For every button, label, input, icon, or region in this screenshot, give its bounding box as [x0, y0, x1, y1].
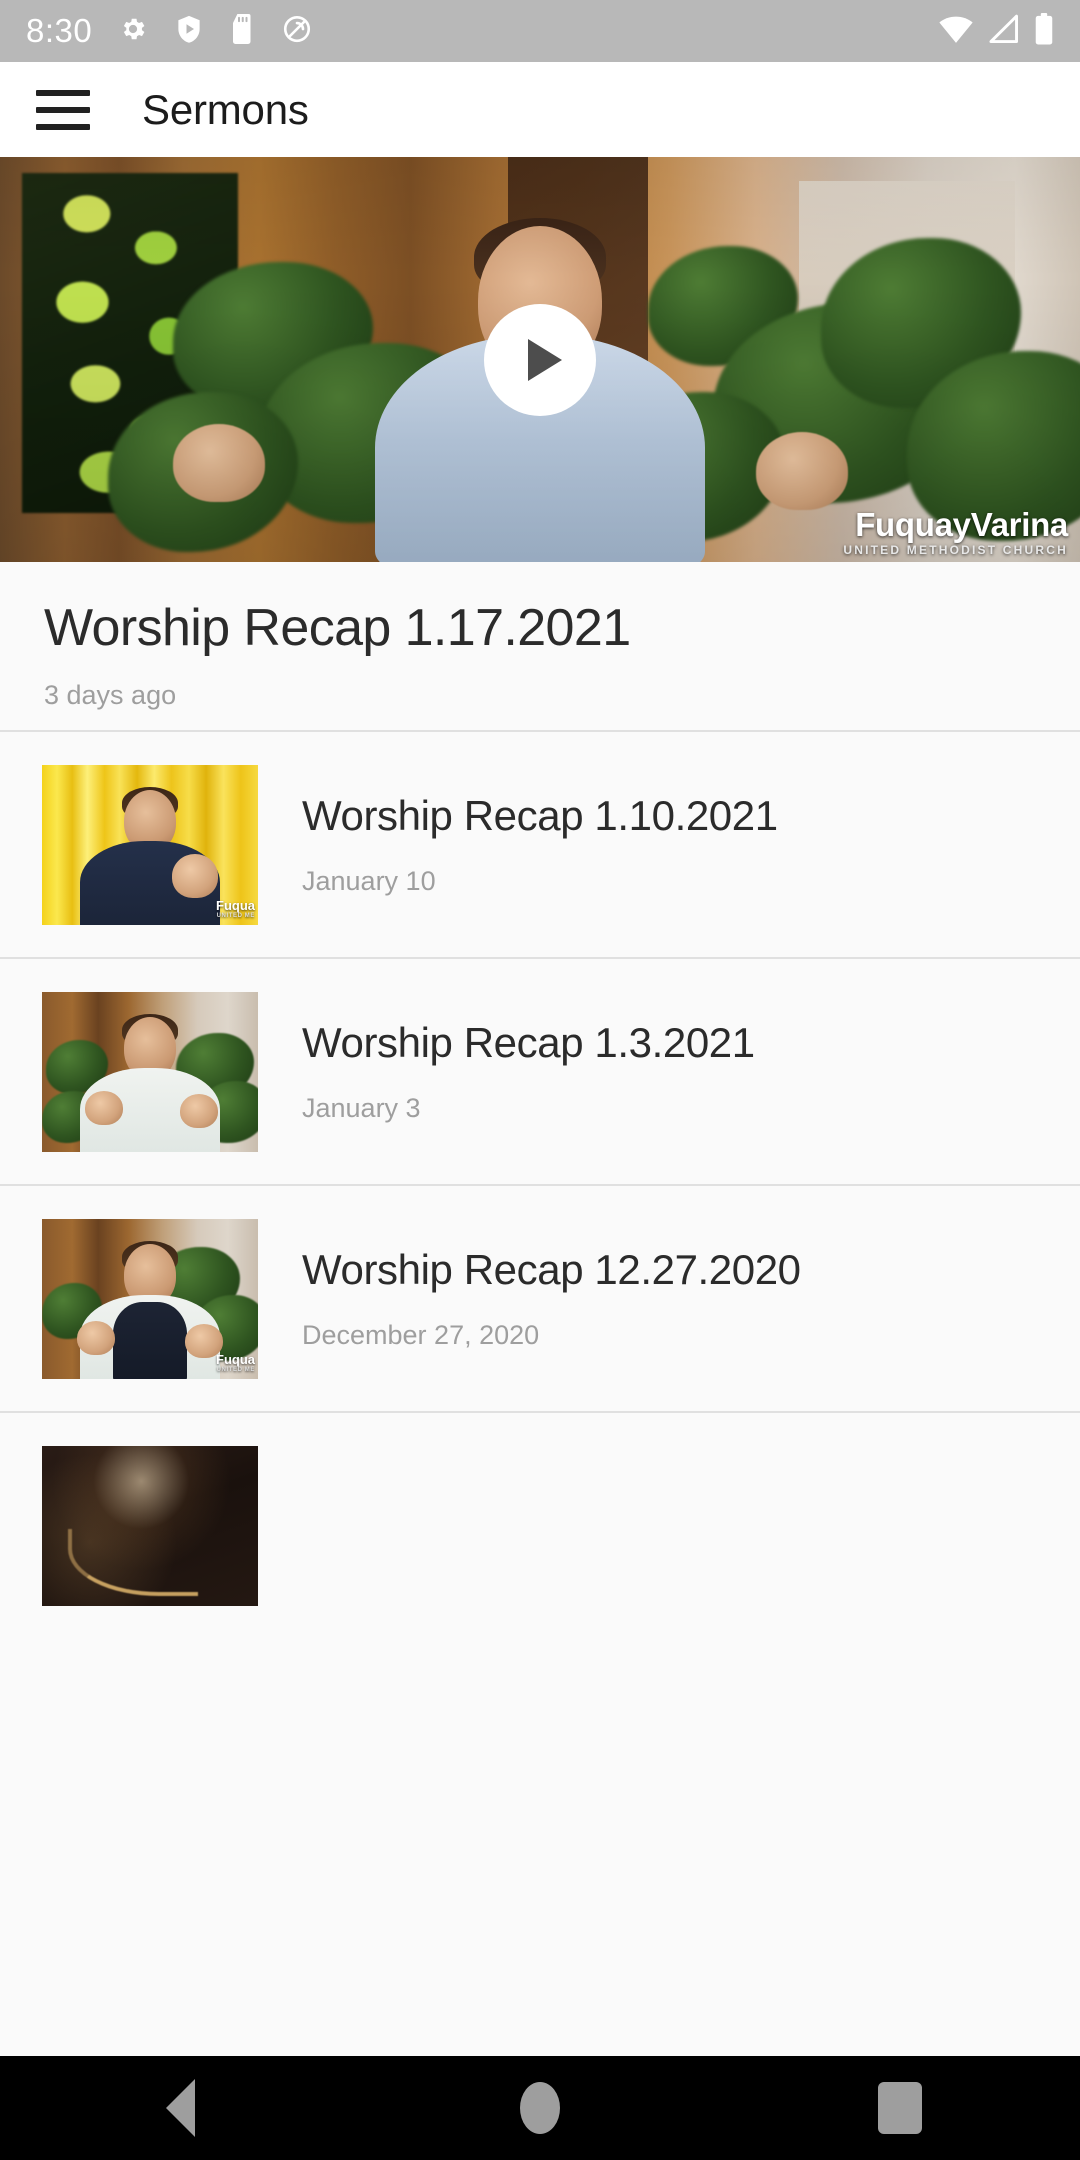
list-item-text: Worship Recap 1.3.2021 January 3 — [302, 1019, 1036, 1124]
back-triangle-icon — [165, 2079, 195, 2137]
featured-video-meta[interactable]: Worship Recap 1.17.2021 3 days ago — [0, 562, 1080, 732]
thumbnail-watermark-brand: Fuqua — [216, 897, 255, 913]
battery-icon — [1034, 12, 1054, 50]
list-item[interactable] — [0, 1413, 1080, 1638]
list-item-date: January 10 — [302, 866, 436, 896]
list-item-title: Worship Recap 1.3.2021 — [302, 1019, 755, 1066]
wifi-icon — [938, 14, 974, 49]
cell-signal-icon — [988, 14, 1020, 49]
list-item[interactable]: Fuqua UNITED ME Worship Recap 1.10.2021 … — [0, 732, 1080, 957]
recents-square-icon — [878, 2082, 922, 2134]
list-item-date: December 27, 2020 — [302, 1320, 540, 1350]
gear-icon — [118, 14, 148, 49]
list-item[interactable]: Fuqua UNITED ME Worship Recap 12.27.2020… — [0, 1186, 1080, 1411]
nav-back-button[interactable] — [110, 2056, 250, 2160]
app-root: 8:30 Sermons FuquayVarina UNITED METHODI… — [0, 0, 1080, 2160]
featured-title: Worship Recap 1.17.2021 — [44, 599, 631, 657]
status-bar-right — [938, 12, 1054, 50]
watermark-brand: FuquayVarina — [855, 506, 1068, 543]
featured-video-player[interactable]: FuquayVarina UNITED METHODIST CHURCH — [0, 157, 1080, 562]
home-circle-icon — [520, 2082, 560, 2134]
thumbnail-watermark-subtitle: UNITED ME — [216, 912, 255, 919]
android-navigation-bar — [0, 2056, 1080, 2160]
thumbnail-watermark-brand: Fuqua — [216, 1351, 255, 1367]
list-item-title: Worship Recap 12.27.2020 — [302, 1246, 801, 1293]
sermon-list: Fuqua UNITED ME Worship Recap 1.10.2021 … — [0, 732, 1080, 1638]
nav-recents-button[interactable] — [830, 2056, 970, 2160]
list-item-thumbnail: Fuqua UNITED ME — [42, 1218, 258, 1379]
status-bar: 8:30 — [0, 0, 1080, 62]
featured-date: 3 days ago — [44, 680, 177, 710]
watermark-subtitle: UNITED METHODIST CHURCH — [843, 543, 1068, 557]
sd-card-icon — [230, 13, 256, 49]
video-watermark: FuquayVarina UNITED METHODIST CHURCH — [843, 508, 1068, 556]
list-item-thumbnail: Fuqua UNITED ME — [42, 764, 258, 925]
app-bar: Sermons — [0, 62, 1080, 157]
thumbnail-watermark: Fuqua UNITED ME — [216, 899, 255, 919]
thumbnail-watermark: Fuqua UNITED ME — [216, 1353, 255, 1373]
page-title: Sermons — [142, 85, 309, 133]
play-icon[interactable] — [484, 303, 596, 416]
status-bar-clock: 8:30 — [26, 12, 93, 49]
list-item-thumbnail — [42, 991, 258, 1152]
hamburger-menu-icon[interactable] — [36, 89, 90, 130]
list-item-thumbnail — [42, 1445, 258, 1606]
list-item[interactable]: Worship Recap 1.3.2021 January 3 — [0, 959, 1080, 1184]
thumbnail-watermark-subtitle: UNITED ME — [216, 1366, 255, 1373]
play-protect-icon — [174, 14, 204, 49]
list-item-text: Worship Recap 12.27.2020 December 27, 20… — [302, 1246, 1036, 1351]
nav-home-button[interactable] — [470, 2056, 610, 2160]
list-item-text — [302, 1513, 1036, 1539]
circle-slash-icon — [282, 14, 312, 49]
list-item-date: January 3 — [302, 1093, 421, 1123]
list-item-title: Worship Recap 1.10.2021 — [302, 792, 778, 839]
list-item-text: Worship Recap 1.10.2021 January 10 — [302, 792, 1036, 897]
status-bar-left: 8:30 — [26, 12, 312, 50]
